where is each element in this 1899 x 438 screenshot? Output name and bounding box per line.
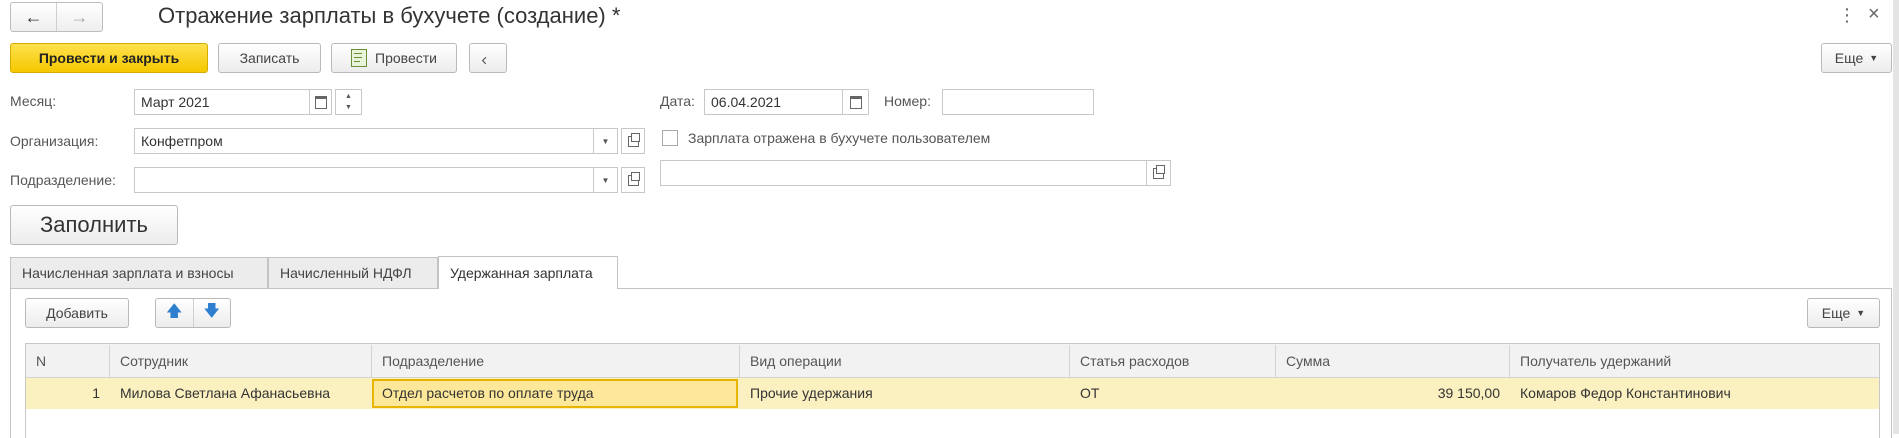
forward-arrow-icon[interactable]: → (57, 3, 102, 31)
month-label: Месяц: (10, 93, 57, 109)
comment-field[interactable] (660, 160, 1147, 186)
post-button-label: Провести (375, 50, 437, 66)
column-header-operation-type[interactable]: Вид операции (740, 345, 1070, 377)
cell-recipient[interactable]: Комаров Федор Константинович (1510, 378, 1879, 409)
fill-button[interactable]: Заполнить (10, 205, 178, 245)
cell-n: 1 (92, 385, 100, 401)
department-label: Подразделение: (10, 172, 116, 188)
post-button[interactable]: Провести (331, 43, 457, 73)
cell-employee[interactable]: Милова Светлана Афанасьевна (110, 378, 372, 409)
stepper-up-icon[interactable]: ▲ (345, 91, 352, 102)
column-header-recipient[interactable]: Получатель удержаний (1510, 345, 1879, 377)
nav-buttons: ← → (10, 2, 103, 32)
dropdown-arrow-icon: ▼ (601, 136, 610, 146)
department-dropdown-button[interactable]: ▼ (594, 167, 618, 193)
save-button[interactable]: Записать (218, 43, 321, 73)
calendar-icon (314, 95, 327, 109)
date-calendar-button[interactable] (843, 89, 869, 115)
close-icon[interactable]: × (1868, 4, 1880, 24)
department-open-button[interactable] (621, 167, 645, 193)
open-window-icon (1153, 164, 1165, 179)
open-window-icon (627, 171, 640, 186)
chevron-down-icon: ▼ (1869, 53, 1879, 63)
back-arrow-icon[interactable]: ← (11, 3, 57, 31)
move-down-icon[interactable]: 🡇 (194, 299, 231, 327)
kebab-menu-icon[interactable]: ⋮ (1838, 6, 1856, 24)
attach-button[interactable]: ⌞ (469, 43, 507, 73)
vertical-scrollbar[interactable] (1893, 0, 1899, 434)
cell-department[interactable]: Отдел расчетов по оплате труда (372, 378, 740, 409)
chevron-down-icon: ▼ (1856, 308, 1866, 318)
date-label: Дата: (660, 93, 695, 109)
calendar-icon (849, 95, 862, 109)
add-row-button[interactable]: Добавить (25, 298, 129, 328)
post-and-close-button[interactable]: Провести и закрыть (10, 43, 208, 73)
number-field[interactable] (942, 89, 1094, 115)
move-up-icon[interactable]: 🡅 (156, 299, 194, 327)
cell-operation-type[interactable]: Прочие удержания (740, 378, 1070, 409)
column-header-employee[interactable]: Сотрудник (110, 345, 372, 377)
more-button[interactable]: Еще ▼ (1821, 43, 1892, 73)
tab-withheld-salary[interactable]: Удержанная зарплата (438, 256, 618, 289)
date-field[interactable]: 06.04.2021 (704, 89, 843, 115)
move-buttons: 🡅 🡇 (155, 298, 231, 328)
column-header-amount[interactable]: Сумма (1276, 345, 1510, 377)
month-stepper[interactable]: ▲ ▼ (335, 89, 362, 115)
cell-amount[interactable]: 39 150,00 (1276, 378, 1500, 409)
department-field[interactable] (134, 167, 594, 193)
organization-dropdown-button[interactable]: ▼ (594, 128, 618, 154)
organization-open-button[interactable] (621, 128, 645, 154)
table-more-button[interactable]: Еще ▼ (1807, 298, 1880, 328)
number-label: Номер: (884, 93, 931, 109)
reflected-by-user-checkbox[interactable] (662, 130, 678, 146)
cell-expense-item[interactable]: ОТ (1070, 378, 1276, 409)
organization-label: Организация: (10, 133, 99, 149)
stepper-down-icon[interactable]: ▼ (345, 102, 352, 113)
comment-open-button[interactable] (1147, 160, 1171, 186)
window-title: Отражение зарплаты в бухучете (создание)… (158, 3, 621, 28)
column-header-department[interactable]: Подразделение (372, 345, 740, 377)
more-button-label: Еще (1834, 50, 1864, 66)
month-field[interactable]: Март 2021 (134, 89, 310, 115)
post-document-icon (351, 49, 368, 67)
organization-field[interactable]: Конфетпром (134, 128, 594, 154)
tab-accrued-ndfl[interactable]: Начисленный НДФЛ (268, 257, 438, 288)
column-header-expense-item[interactable]: Статья расходов (1070, 345, 1276, 377)
calendar-button[interactable] (310, 89, 332, 115)
dropdown-arrow-icon: ▼ (601, 175, 610, 185)
table-more-button-label: Еще (1821, 305, 1851, 321)
open-window-icon (627, 132, 640, 147)
paperclip-icon: ⌞ (478, 49, 497, 68)
reflected-by-user-label: Зарплата отражена в бухучете пользовател… (688, 130, 991, 146)
column-header-n[interactable]: N (26, 345, 110, 377)
tab-accrued-salary[interactable]: Начисленная зарплата и взносы (10, 257, 268, 288)
tab-active-underline-mask (439, 287, 617, 289)
